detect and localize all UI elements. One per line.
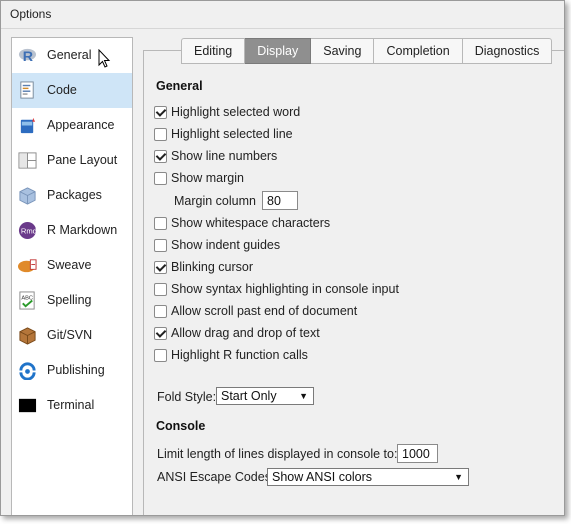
title-bar: Options [1,1,564,29]
margin-column-input[interactable] [262,191,298,210]
sidebar-item-r-markdown[interactable]: Rmd R Markdown [12,213,132,248]
option-highlight-selected-word[interactable]: Highlight selected word [154,104,300,120]
window-title: Options [10,7,52,21]
git-box-icon [19,327,36,345]
mouse-pointer-icon [98,49,111,68]
checkbox-label: Show line numbers [171,149,278,163]
tab-bar: Editing Display Saving Completion Diagno… [181,38,553,64]
option-show-line-numbers[interactable]: Show line numbers [154,148,277,164]
package-box-icon [19,187,36,205]
checkbox-label: Highlight selected word [171,105,301,119]
svg-text:Rmd: Rmd [21,226,37,235]
checkbox-label: Show syntax highlighting in console inpu… [171,282,399,296]
sidebar-item-publishing[interactable]: Publishing [12,353,132,388]
tab-diagnostics[interactable]: Diagnostics [462,38,553,64]
sidebar-item-terminal[interactable]: Terminal [12,388,132,423]
option-drag-and-drop[interactable]: Allow drag and drop of text [154,325,320,341]
sidebar-item-code[interactable]: Code [12,73,132,108]
option-show-indent-guides[interactable]: Show indent guides [154,237,280,253]
checkbox[interactable] [154,105,167,119]
general-heading: General [156,79,203,93]
sidebar-item-label: General [47,48,92,62]
margin-column-label: Margin column [174,194,256,208]
tab-saving[interactable]: Saving [311,38,375,64]
sidebar-item-label: Spelling [47,293,92,307]
sidebar-item-label: Appearance [47,118,115,132]
sidebar-item-spelling[interactable]: ABC Spelling [12,283,132,318]
pane-layout-icon [18,152,37,169]
code-document-icon [20,81,34,99]
sweave-pdf-icon [18,259,37,273]
option-syntax-highlighting-console[interactable]: Show syntax highlighting in console inpu… [154,281,399,297]
checkbox-label: Highlight selected line [171,127,293,141]
sidebar-item-label: Pane Layout [47,153,118,167]
tab-completion[interactable]: Completion [374,38,463,64]
terminal-icon [18,398,37,413]
checkbox-label: Show whitespace characters [171,216,331,230]
sidebar-item-sweave[interactable]: Sweave [12,248,132,283]
option-blinking-cursor[interactable]: Blinking cursor [154,259,253,275]
sidebar: R General Code Appearance Pane Layout Pa… [11,37,133,515]
checkbox[interactable] [154,326,167,340]
tab-display[interactable]: Display [245,38,312,64]
sidebar-item-label: Git/SVN [47,328,93,342]
sidebar-item-general[interactable]: R General [12,38,132,73]
checkbox-label: Allow scroll past end of document [171,304,358,318]
spellcheck-icon: ABC [19,291,35,310]
checkbox[interactable] [154,149,167,163]
option-show-margin[interactable]: Show margin [154,170,244,186]
paint-bucket-icon [20,117,36,134]
checkbox[interactable] [154,238,167,252]
checkbox-label: Show margin [171,171,244,185]
checkbox[interactable] [154,216,167,230]
tab-editing[interactable]: Editing [181,38,246,64]
sidebar-item-label: Packages [47,188,102,202]
checkbox[interactable] [154,171,167,185]
sidebar-item-packages[interactable]: Packages [12,178,132,213]
sidebar-item-pane-layout[interactable]: Pane Layout [12,143,132,178]
checkbox-label: Show indent guides [171,238,281,252]
fold-style-value: Start Only [221,389,277,403]
option-highlight-selected-line[interactable]: Highlight selected line [154,126,293,142]
sidebar-item-appearance[interactable]: Appearance [12,108,132,143]
console-heading: Console [156,419,206,433]
checkbox[interactable] [154,348,167,362]
sidebar-item-label: Sweave [47,258,92,272]
console-limit-input[interactable] [397,444,438,463]
sidebar-item-label: Terminal [47,398,95,412]
svg-text:R: R [23,49,33,65]
sidebar-item-label: R Markdown [47,223,118,237]
checkbox[interactable] [154,282,167,296]
publishing-icon [19,362,36,380]
option-show-whitespace[interactable]: Show whitespace characters [154,215,330,231]
fold-style-select[interactable]: Start Only ▼ [216,387,314,405]
checkbox[interactable] [154,304,167,318]
sidebar-item-label: Code [47,83,77,97]
console-limit-label: Limit length of lines displayed in conso… [157,447,398,461]
fold-style-label: Fold Style: [157,390,217,404]
sidebar-item-label: Publishing [47,363,105,377]
rmd-icon: Rmd [18,221,37,240]
option-scroll-past-end[interactable]: Allow scroll past end of document [154,303,357,319]
sidebar-item-git-svn[interactable]: Git/SVN [12,318,132,353]
ansi-escape-select[interactable]: Show ANSI colors ▼ [267,468,469,486]
ansi-escape-value: Show ANSI colors [272,470,373,484]
checkbox[interactable] [154,260,167,274]
chevron-down-icon: ▼ [454,472,463,482]
ansi-escape-label: ANSI Escape Codes: [157,470,275,484]
checkbox[interactable] [154,127,167,141]
checkbox-label: Allow drag and drop of text [171,326,320,340]
checkbox-label: Highlight R function calls [171,348,308,362]
checkbox-label: Blinking cursor [171,260,253,274]
chevron-down-icon: ▼ [299,391,308,401]
r-logo-icon: R [18,48,37,65]
option-highlight-r-function-calls[interactable]: Highlight R function calls [154,347,308,363]
